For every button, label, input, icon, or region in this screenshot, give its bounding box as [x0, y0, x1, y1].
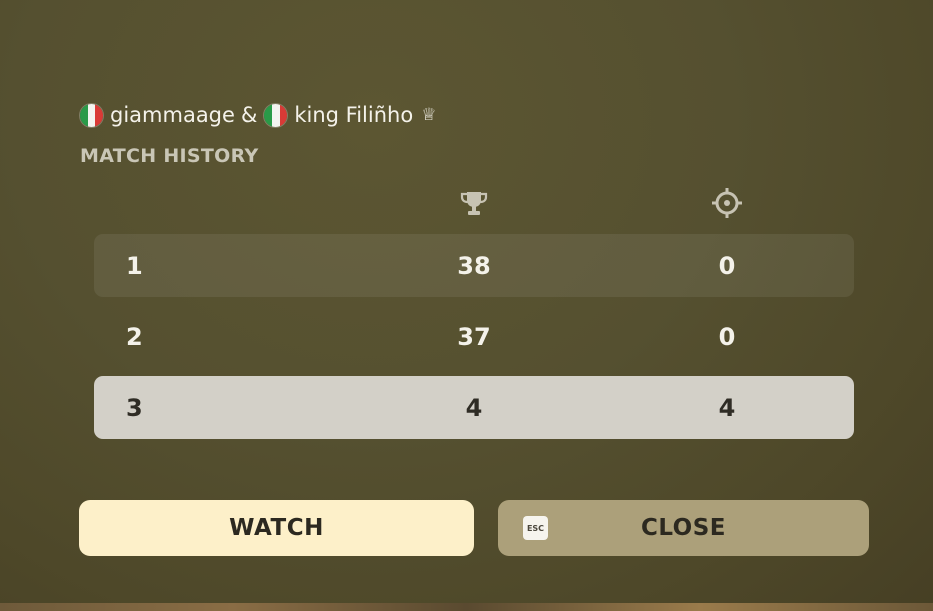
close-button[interactable]: ESC CLOSE	[498, 500, 869, 556]
player2-name: king Filiñho	[294, 103, 414, 127]
close-button-label: CLOSE	[640, 515, 727, 541]
player1-name: giammaage	[110, 103, 235, 127]
match-index: 3	[126, 393, 143, 422]
match-index: 2	[126, 322, 143, 351]
section-title: MATCH HISTORY	[80, 145, 259, 167]
match-trophies: 37	[457, 322, 491, 351]
watch-button-label: WATCH	[229, 515, 324, 541]
player-separator: &	[240, 103, 258, 127]
italy-flag-icon	[263, 102, 289, 128]
match-row[interactable]: 2 37 0	[94, 305, 854, 368]
match-row-selected[interactable]: 3 4 4	[94, 376, 854, 439]
watch-button[interactable]: WATCH	[79, 500, 474, 556]
crosshair-icon	[712, 188, 742, 218]
match-kills: 0	[718, 322, 736, 351]
match-row[interactable]: 1 38 0	[94, 234, 854, 297]
match-trophies: 4	[465, 393, 483, 422]
background-strip	[0, 603, 933, 611]
italy-flag-icon	[79, 102, 104, 128]
match-index: 1	[126, 251, 143, 280]
match-trophies: 38	[457, 251, 491, 280]
players-header: giammaage & king Filiñho ♕	[79, 101, 436, 129]
match-kills: 4	[718, 393, 736, 422]
match-kills: 0	[718, 251, 736, 280]
crown-icon: ♕	[421, 105, 437, 125]
esc-key-icon: ESC	[523, 516, 548, 540]
trophy-icon	[460, 192, 488, 215]
